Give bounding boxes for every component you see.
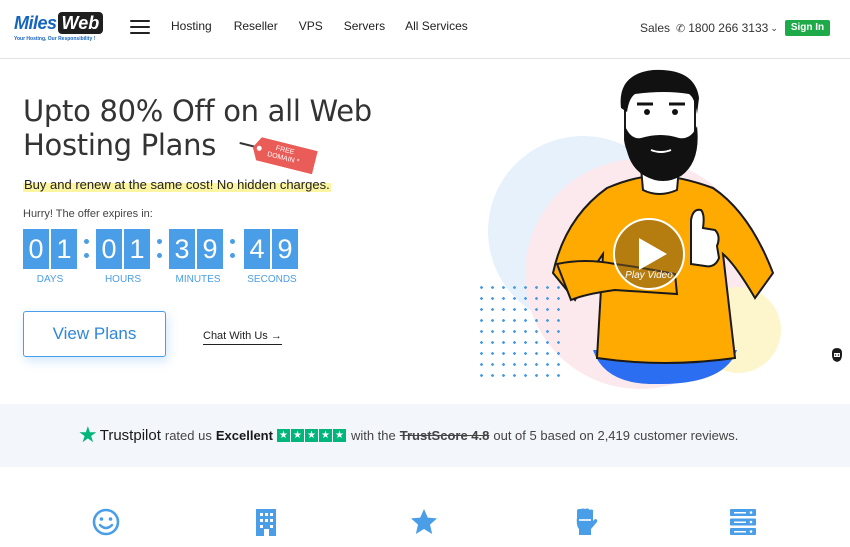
logo-tagline: Your Hosting, Our Responsibility ! — [14, 36, 96, 42]
menu-hamburger-icon[interactable] — [130, 20, 150, 36]
mileweb-logo[interactable]: Miles Web Your Hosting, Our Responsibili… — [14, 12, 114, 44]
chat-with-us-link[interactable]: Chat With Us → — [203, 330, 282, 345]
trust-rating-word: Excellent — [215, 427, 273, 443]
offer-expires-text: Hurry! The offer expires in: — [23, 208, 153, 220]
logo-text-web: Web — [57, 12, 104, 34]
nav-hosting[interactable]: Hosting — [171, 19, 212, 33]
sign-in-button[interactable]: Sign In — [785, 20, 830, 36]
countdown-label-hours: HOURS — [104, 274, 142, 285]
nav-vps[interactable]: VPS — [299, 19, 323, 33]
sales-phone: 1800 266 3133 — [688, 21, 769, 35]
nav-reseller[interactable]: Reseller — [234, 19, 278, 33]
sales-label: Sales — [640, 21, 671, 35]
countdown-digit: 0 — [96, 229, 122, 269]
countdown-digit: 1 — [124, 229, 150, 269]
countdown-label-seconds: SECONDS — [247, 274, 297, 285]
server-icon — [730, 509, 756, 535]
countdown-digit: 1 — [51, 229, 77, 269]
countdown-digit: 0 — [23, 229, 49, 269]
countdown-digit: 4 — [244, 229, 270, 269]
hero-highlight: Buy and renew at the same cost! No hidde… — [23, 177, 331, 192]
chat-label: Chat With Us — [203, 330, 268, 342]
nav-servers[interactable]: Servers — [344, 19, 385, 33]
countdown-label-days: DAYS — [36, 274, 64, 285]
play-video-label[interactable]: Play Video — [625, 270, 673, 281]
view-plans-button[interactable]: View Plans — [23, 311, 166, 357]
countdown-separator — [230, 239, 236, 267]
countdown-digit: 3 — [169, 229, 195, 269]
building-icon — [256, 509, 276, 536]
countdown-digit: 9 — [272, 229, 298, 269]
trust-suffix: out of 5 based on 2,419 customer reviews… — [493, 427, 739, 443]
chatbot-avatar-icon[interactable] — [829, 347, 845, 363]
hero-illustration: Play Video — [470, 64, 850, 394]
trustpilot-brand: Trustpilot — [99, 426, 161, 444]
sales-contact[interactable]: Sales ✆ 1800 266 3133 ⌄ — [640, 21, 778, 35]
trust-score: TrustScore 4.8 — [399, 427, 490, 443]
bearded-man-illustration: Play Video — [551, 69, 775, 384]
trustpilot-rating: ★ Trustpilot rated us Excellent ★ ★ ★ ★ ★ wi… — [78, 422, 739, 447]
site-header: Miles Web Your Hosting, Our Responsibili… — [0, 0, 850, 59]
countdown-separator — [84, 239, 90, 267]
star-icon — [411, 509, 437, 534]
trust-with-the: with the — [350, 427, 396, 443]
trustpilot-star-icon: ★ — [78, 422, 98, 447]
main-nav: Hosting Reseller VPS Servers All Service… — [171, 19, 468, 33]
phone-icon: ✆ — [676, 22, 686, 35]
logo-text-miles: Miles — [14, 13, 57, 33]
countdown-digit: 9 — [197, 229, 223, 269]
smile-icon — [92, 508, 120, 536]
countdown-separator — [157, 239, 163, 267]
countdown-label-minutes: MINUTES — [175, 274, 221, 285]
arrow-right-icon: → — [270, 330, 282, 342]
chevron-down-icon: ⌄ — [770, 22, 778, 33]
fist-icon — [576, 508, 598, 535]
nav-all-services[interactable]: All Services — [405, 19, 468, 33]
trust-rated-text: rated us — [164, 427, 212, 443]
trust-five-stars-icon: ★ ★ ★ ★ ★ — [276, 428, 347, 442]
hero-title: Upto 80% Off on all Web Hosting Plans — [23, 94, 372, 162]
